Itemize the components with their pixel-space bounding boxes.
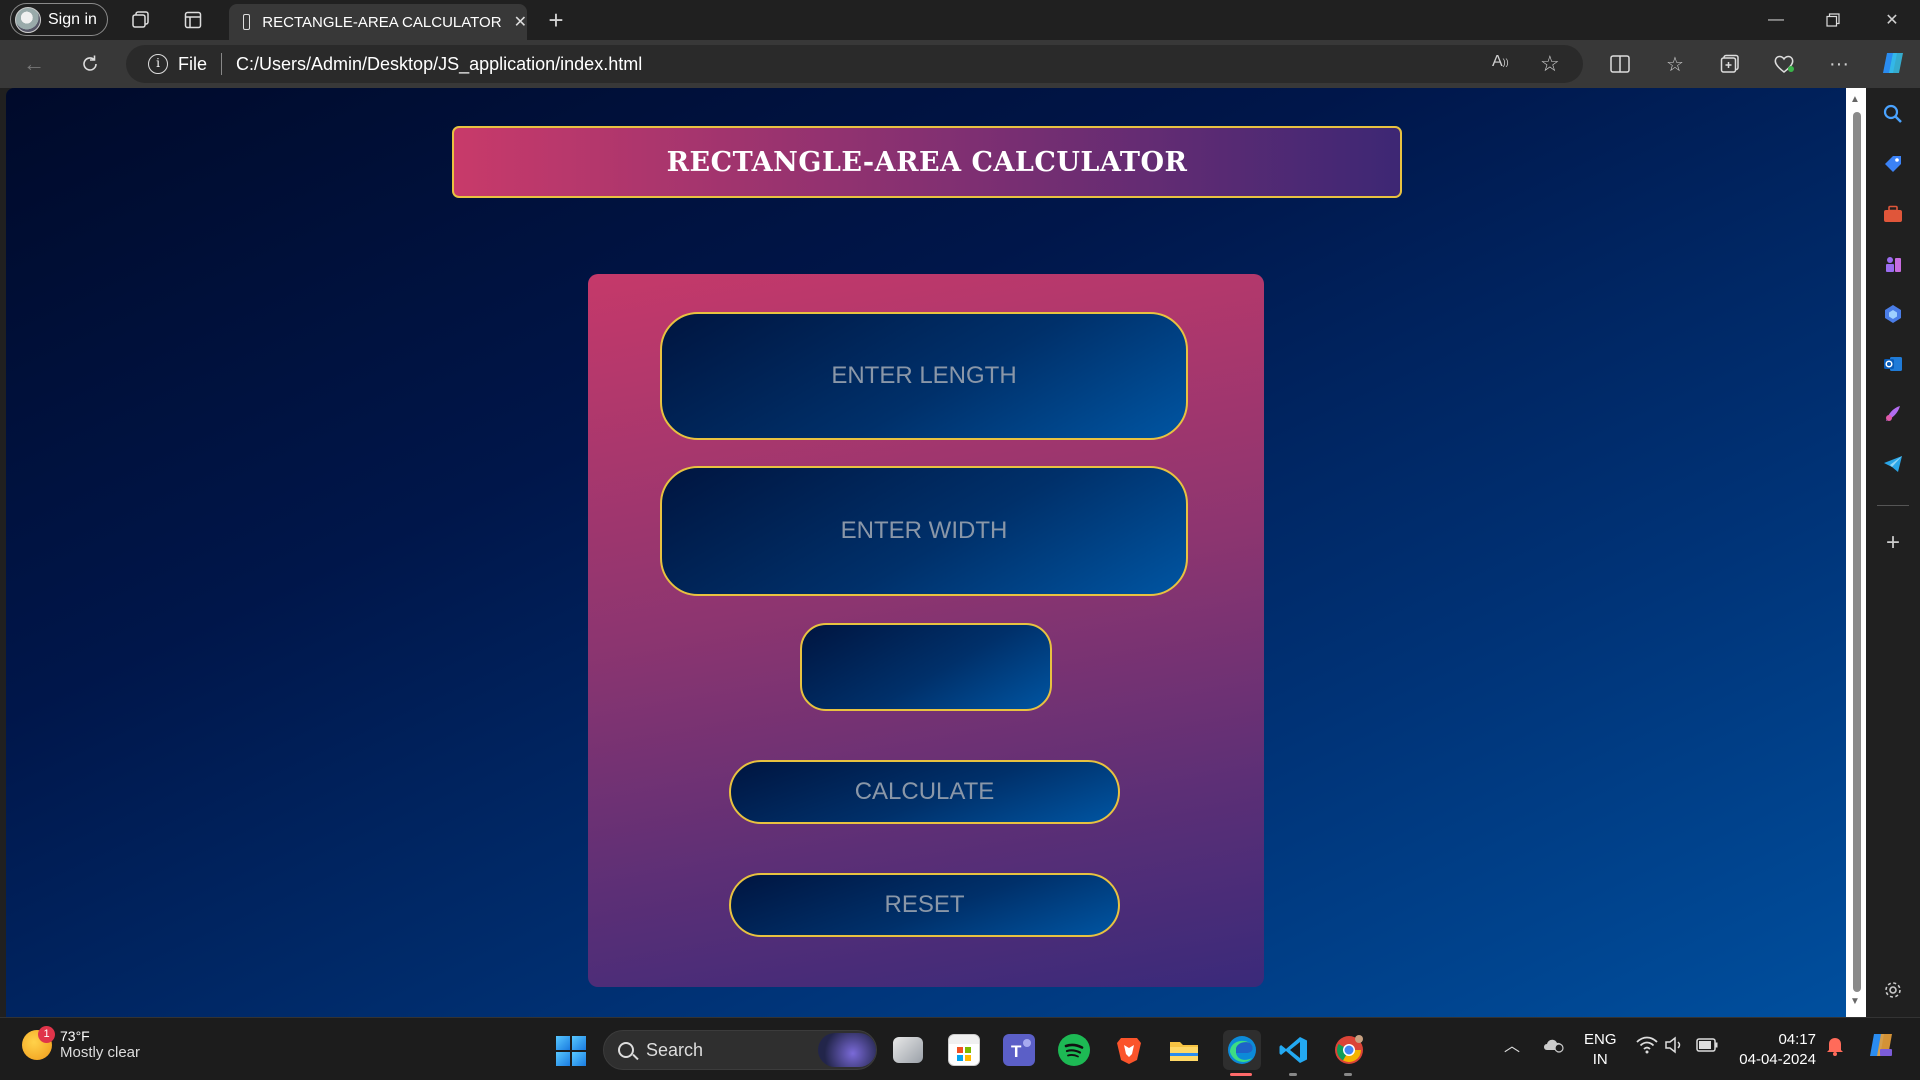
favorite-star-icon[interactable]: ☆	[1540, 51, 1560, 77]
refresh-icon[interactable]	[76, 52, 104, 76]
workspaces-icon[interactable]	[128, 8, 154, 32]
battery-icon[interactable]	[1696, 1038, 1718, 1056]
page-header: RECTANGLE-AREA CALCULATOR	[452, 126, 1402, 198]
send-telegram-icon[interactable]	[1881, 452, 1905, 476]
sidebar-add-icon[interactable]: +	[1881, 529, 1905, 556]
language-code: ENG	[1584, 1031, 1617, 1048]
more-options-icon[interactable]: ···	[1827, 52, 1851, 76]
read-aloud-icon[interactable]: A))	[1492, 53, 1509, 71]
minimize-icon[interactable]: —	[1748, 0, 1804, 40]
copilot-icon[interactable]	[1878, 48, 1908, 78]
weather-condition: Mostly clear	[60, 1044, 141, 1061]
width-input[interactable]	[662, 517, 1186, 545]
clock-date: 04-04-2024	[1739, 1051, 1816, 1068]
length-input[interactable]	[662, 362, 1186, 390]
notification-bell-icon[interactable]	[1826, 1036, 1844, 1060]
language-indicator[interactable]: ENG IN	[1584, 1030, 1617, 1070]
taskbar: 1 73°F Mostly clear Search T ︿ ENG IN 04…	[0, 1017, 1920, 1080]
taskbar-clock[interactable]: 04:17 04-04-2024	[1738, 1030, 1816, 1070]
collections-icon[interactable]	[1718, 52, 1742, 76]
address-bar[interactable]: i File C:/Users/Admin/Desktop/JS_applica…	[126, 45, 1583, 83]
scroll-down-icon[interactable]: ▼	[1850, 996, 1860, 1007]
address-protocol: File	[178, 53, 208, 74]
weather-badge: 1	[38, 1025, 55, 1043]
split-screen-icon[interactable]	[1608, 52, 1632, 76]
designer-icon[interactable]	[1881, 402, 1905, 426]
sidebar-settings-icon[interactable]	[1881, 978, 1905, 1002]
tab-bar: Sign in RECTANGLE-AREA CALCULATOR ✕ + — …	[0, 0, 1920, 40]
close-window-icon[interactable]: ✕	[1864, 0, 1920, 40]
chrome-icon[interactable]	[1333, 1034, 1365, 1066]
navigation-bar: ← i File C:/Users/Admin/Desktop/JS_appli…	[0, 40, 1920, 88]
tools-briefcase-icon[interactable]	[1881, 202, 1905, 226]
tab-actions-icon[interactable]	[180, 8, 206, 32]
tray-chevron-icon[interactable]: ︿	[1504, 1032, 1520, 1056]
microsoft-365-icon[interactable]	[1881, 302, 1905, 326]
close-tab-icon[interactable]: ✕	[514, 12, 527, 32]
tab-title: RECTANGLE-AREA CALCULATOR	[262, 13, 502, 31]
outlook-icon[interactable]	[1881, 352, 1905, 376]
file-explorer-icon[interactable]	[1168, 1034, 1200, 1066]
sidebar-divider	[1877, 505, 1909, 506]
document-icon	[243, 14, 251, 30]
favorites-icon[interactable]: ☆	[1663, 52, 1687, 76]
taskbar-search-label: Search	[646, 1039, 704, 1060]
spotify-icon[interactable]	[1058, 1034, 1090, 1066]
task-view-icon[interactable]	[893, 1037, 923, 1063]
scroll-up-icon[interactable]: ▲	[1850, 94, 1860, 105]
brave-icon[interactable]	[1113, 1034, 1145, 1066]
profile-avatar	[15, 6, 41, 33]
chrome-running-indicator	[1344, 1073, 1352, 1076]
area-result-box	[800, 623, 1052, 711]
address-url[interactable]: C:/Users/Admin/Desktop/JS_application/in…	[236, 54, 642, 75]
width-field[interactable]	[660, 466, 1188, 596]
scrollbar-thumb[interactable]	[1853, 112, 1861, 992]
volume-icon[interactable]	[1664, 1036, 1684, 1058]
page-title: RECTANGLE-AREA CALCULATOR	[666, 146, 1188, 178]
page-scrollbar[interactable]: ▲ ▼	[1846, 88, 1866, 1017]
length-field[interactable]	[660, 312, 1188, 440]
sidebar-search-icon[interactable]	[1881, 102, 1905, 126]
onedrive-icon[interactable]	[1542, 1035, 1566, 1057]
new-tab-icon[interactable]: +	[540, 4, 572, 36]
weather-temperature: 73°F	[60, 1028, 90, 1044]
taskbar-search[interactable]: Search	[603, 1030, 877, 1070]
browser-essentials-icon[interactable]	[1772, 52, 1796, 76]
signin-label: Sign in	[48, 10, 97, 28]
address-separator	[221, 53, 223, 75]
search-highlight-image	[818, 1033, 876, 1067]
vscode-icon[interactable]	[1278, 1034, 1310, 1066]
calculator-card: CALCULATE RESET	[588, 274, 1264, 987]
restore-icon[interactable]	[1805, 0, 1861, 40]
profile-signin-button[interactable]: Sign in	[10, 3, 108, 36]
region-code: IN	[1592, 1051, 1608, 1068]
weather-moon-icon: 1	[22, 1025, 55, 1060]
wifi-icon[interactable]	[1636, 1036, 1658, 1058]
weather-widget[interactable]: 1 73°F Mostly clear	[22, 1025, 141, 1061]
back-icon[interactable]: ←	[20, 51, 48, 76]
tab-active[interactable]: RECTANGLE-AREA CALCULATOR ✕	[229, 4, 527, 40]
shopping-tag-icon[interactable]	[1881, 152, 1905, 176]
edge-active-indicator	[1230, 1073, 1252, 1076]
teams-icon[interactable]: T	[1003, 1034, 1035, 1066]
search-icon	[618, 1042, 634, 1058]
start-icon[interactable]	[556, 1036, 586, 1066]
clock-time: 04:17	[1778, 1031, 1816, 1048]
edge-sidebar: +	[1866, 88, 1920, 1017]
vscode-running-indicator	[1289, 1073, 1297, 1076]
calculate-button[interactable]: CALCULATE	[729, 760, 1120, 824]
games-chess-icon[interactable]	[1881, 252, 1905, 276]
svg-text:T: T	[1011, 1042, 1022, 1061]
reset-button[interactable]: RESET	[729, 873, 1120, 937]
store-icon[interactable]	[948, 1034, 980, 1066]
page-viewport: RECTANGLE-AREA CALCULATOR CALCULATE RESE…	[6, 88, 1846, 1017]
site-info-icon[interactable]: i	[148, 54, 168, 74]
edge-icon[interactable]	[1226, 1034, 1258, 1066]
copilot-taskbar-icon[interactable]	[1866, 1030, 1896, 1064]
